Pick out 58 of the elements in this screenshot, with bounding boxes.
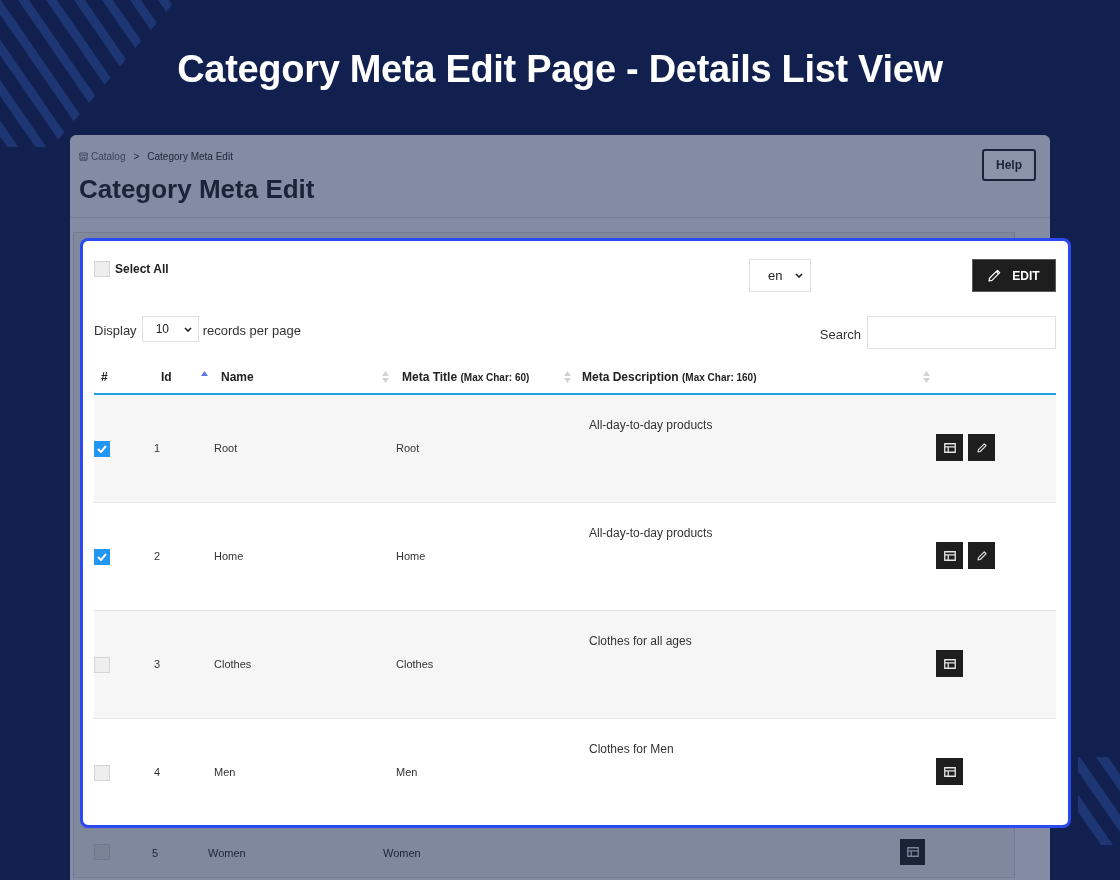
meta-title-cell-text: Root: [396, 441, 420, 457]
check-icon: [97, 552, 107, 561]
name-cell-text: Home: [214, 549, 244, 565]
id-cell-text: 1: [154, 441, 161, 457]
checkbox[interactable]: [94, 548, 110, 565]
meta-title-cell-text: Men: [396, 765, 418, 781]
meta-description-cell: All-day-to-day products: [589, 418, 713, 432]
column-header[interactable]: Id: [161, 368, 172, 386]
edit-button[interactable]: [968, 434, 995, 461]
checkbox[interactable]: [94, 440, 110, 457]
layout-button[interactable]: [936, 650, 963, 677]
pencil-icon: [976, 550, 987, 561]
layout-button[interactable]: [936, 542, 963, 569]
meta-title-cell-text: Home: [396, 549, 426, 565]
search-field[interactable]: [867, 316, 1056, 349]
layout-icon: [943, 766, 956, 777]
store-icon: [79, 151, 88, 161]
layout-icon: [943, 550, 956, 561]
check-icon: [97, 444, 107, 453]
id-cell-text: 2: [154, 549, 161, 565]
help-button[interactable]: Help: [982, 149, 1036, 181]
column-header[interactable]: Meta Description (Max Char: 160): [582, 368, 757, 386]
language-select[interactable]: en: [749, 259, 811, 292]
page-title: Category Meta Edit Page - Details List View: [177, 47, 943, 92]
id-cell: 5: [152, 847, 159, 859]
chevron-down-icon: [795, 273, 803, 278]
page-heading: Category Meta Edit: [79, 174, 315, 204]
layout-icon: [943, 442, 956, 453]
page-size-select[interactable]: 10: [141, 316, 199, 342]
meta-title-cell-text: Clothes: [396, 657, 434, 673]
layout-button[interactable]: [936, 434, 963, 461]
id-cell-text: 4: [154, 765, 161, 781]
name-cell-text: Men: [214, 765, 236, 781]
layout-button[interactable]: [936, 758, 963, 785]
meta-description-cell: Clothes for Men: [589, 742, 674, 756]
edit-button[interactable]: EDIT: [972, 259, 1056, 292]
display-label: Display: [94, 322, 137, 340]
column-header[interactable]: Name: [221, 368, 254, 386]
pencil-icon: [988, 269, 1002, 282]
meta-title-cell: Women: [383, 847, 421, 859]
meta-description-cell: Clothes for all ages: [589, 634, 692, 648]
pencil-icon: [976, 442, 987, 453]
layout-icon: [906, 847, 919, 857]
breadcrumb-link[interactable]: Category Meta Edit: [147, 148, 233, 164]
id-cell-text: 3: [154, 657, 161, 673]
chevron-down-icon: [183, 326, 192, 332]
layout-icon: [943, 658, 956, 669]
select-all-label[interactable]: Select All: [115, 260, 169, 278]
search-label: Search: [819, 326, 861, 344]
name-cell-text: Clothes: [214, 657, 252, 673]
name-cell-text: Root: [214, 441, 238, 457]
column-header: #: [101, 369, 108, 386]
name-cell: Women: [208, 847, 246, 859]
records-per-page-label: records per page: [202, 322, 301, 340]
column-header[interactable]: Meta Title (Max Char: 60): [402, 368, 530, 386]
meta-description-cell: All-day-to-day products: [589, 526, 713, 540]
breadcrumb-separator: >: [133, 149, 140, 164]
edit-button[interactable]: [968, 542, 995, 569]
